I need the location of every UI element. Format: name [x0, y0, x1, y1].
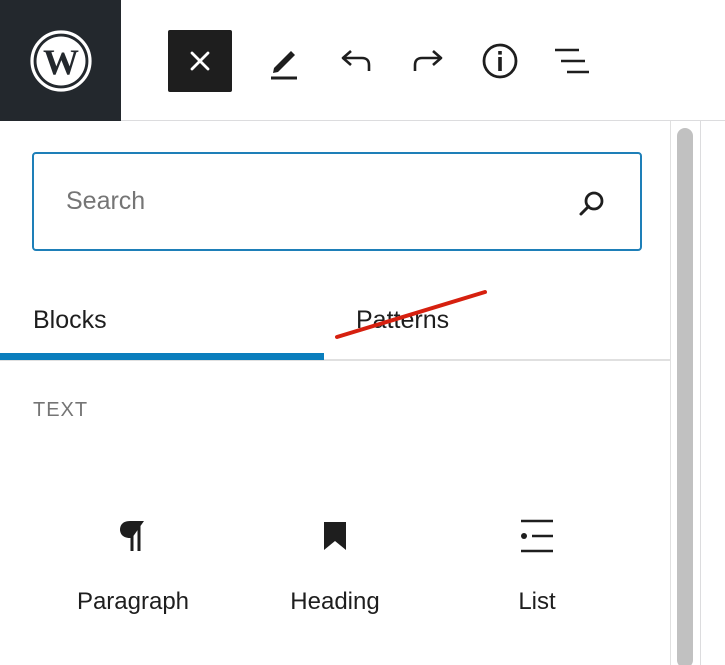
close-icon: [190, 51, 210, 71]
undo-icon: [341, 50, 371, 71]
tab-blocks-label: Blocks: [33, 305, 107, 334]
list-view-button[interactable]: [540, 30, 604, 92]
inserter-tabs: Blocks Patterns: [0, 281, 670, 361]
block-heading-label: Heading: [290, 588, 380, 615]
block-inserter-panel: Blocks Patterns TEXT Paragraph: [0, 121, 670, 665]
editor-toolbar: W: [0, 0, 725, 121]
search-box: [32, 152, 642, 251]
block-editor: W Search Blocks Patterns TEXT Paragraph …: [0, 0, 725, 665]
tab-patterns[interactable]: Patterns: [324, 281, 670, 359]
redo-button[interactable]: [396, 30, 460, 92]
list-icon: [521, 519, 553, 553]
redo-icon: [413, 50, 443, 71]
section-title-text: TEXT: [33, 399, 89, 421]
details-button[interactable]: [468, 30, 532, 92]
wordpress-logo-icon: W: [29, 29, 92, 92]
close-inserter-button[interactable]: [168, 30, 232, 92]
block-list[interactable]: List: [437, 496, 637, 636]
tab-patterns-label: Patterns: [356, 305, 450, 334]
list-view-icon: [555, 48, 589, 74]
active-tab-indicator: [0, 353, 324, 360]
info-icon: [482, 43, 518, 79]
block-list-label: List: [518, 588, 556, 615]
wordpress-logo-button[interactable]: W: [0, 0, 121, 121]
search-input[interactable]: [66, 154, 566, 249]
bookmark-icon: [324, 522, 346, 550]
block-paragraph[interactable]: Paragraph: [33, 496, 233, 636]
undo-button[interactable]: [324, 30, 388, 92]
tab-blocks[interactable]: Blocks: [0, 281, 324, 359]
svg-text:W: W: [43, 42, 79, 82]
scrollbar-thumb[interactable]: [677, 128, 693, 665]
editor-canvas-edge: [700, 121, 725, 665]
pencil-icon: [271, 51, 297, 80]
paragraph-icon: [120, 521, 144, 551]
block-paragraph-label: Paragraph: [76, 588, 190, 615]
tools-button[interactable]: [252, 30, 316, 92]
block-heading[interactable]: Heading: [235, 496, 435, 636]
search-icon[interactable]: [577, 189, 607, 219]
